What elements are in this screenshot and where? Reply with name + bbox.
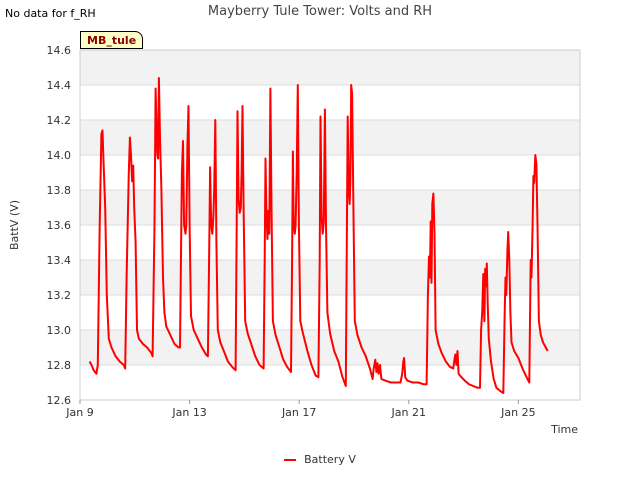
site-badge: MB_tule: [80, 31, 144, 49]
y-tick-label: 13.2: [47, 289, 72, 302]
y-tick-label: 13.6: [47, 219, 72, 232]
x-axis-label: Time: [550, 423, 578, 436]
y-tick-label: 14.0: [47, 149, 72, 162]
y-tick-label: 13.4: [47, 254, 72, 267]
y-tick-label: 13.8: [47, 184, 72, 197]
x-tick-label: Jan 13: [171, 406, 206, 419]
y-tick-label: 13.0: [47, 324, 72, 337]
x-tick-label: Jan 17: [281, 406, 316, 419]
x-tick-label: Jan 21: [391, 406, 426, 419]
x-tick-label: Jan 9: [65, 406, 93, 419]
legend-swatch: [284, 458, 297, 461]
x-axis: Jan 9 Jan 13 Jan 17 Jan 21 Jan 25: [65, 400, 536, 419]
legend: Battery V: [0, 453, 640, 466]
chart-svg: 12.612.813.013.213.413.613.814.014.214.4…: [8, 44, 581, 436]
y-axis-label: BattV (V): [8, 200, 21, 250]
y-tick-label: 14.6: [47, 44, 72, 57]
y-axis: 12.612.813.013.213.413.613.814.014.214.4…: [47, 44, 72, 407]
grid-band: [80, 50, 580, 85]
y-tick-label: 12.8: [47, 359, 72, 372]
y-tick-label: 14.4: [47, 79, 72, 92]
y-tick-label: 14.2: [47, 114, 72, 127]
legend-label-battery-v[interactable]: Battery V: [304, 453, 356, 466]
x-tick-label: Jan 25: [500, 406, 535, 419]
